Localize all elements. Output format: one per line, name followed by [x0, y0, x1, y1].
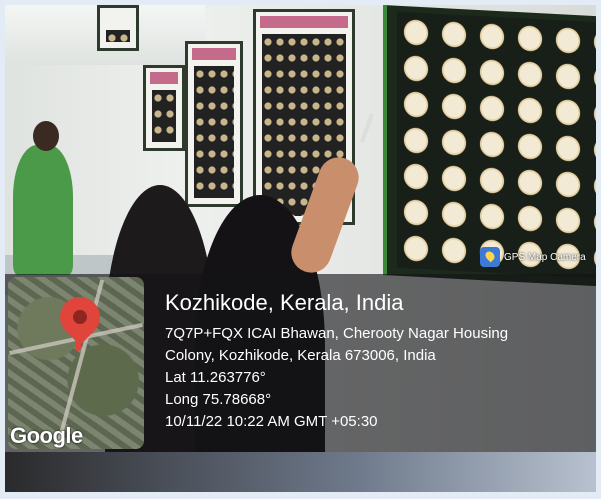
- gps-camera-icon: [480, 247, 500, 267]
- shell-display-board: [383, 5, 596, 287]
- shell-grid: [397, 11, 596, 279]
- google-logo: Google: [10, 423, 83, 448]
- latitude-text: Lat 11.263776°: [165, 369, 266, 386]
- address-line-1: 7Q7P+FQX ICAI Bhawan, Cherooty Nagar Hou…: [165, 325, 509, 342]
- longitude-text: Long 75.78668°: [165, 391, 272, 408]
- gps-text-block: Kozhikode, Kerala, India 7Q7P+FQX ICAI B…: [165, 289, 508, 433]
- datetime-text: 10/11/22 10:22 AM GMT +05:30: [165, 413, 378, 430]
- person-green-shirt: [13, 145, 73, 275]
- address-line-2: Colony, Kozhikode, Kerala 673006, India: [165, 347, 436, 364]
- map-pin-tail: [75, 335, 81, 351]
- person-head: [33, 121, 59, 151]
- photo-bottom-strip: [5, 452, 596, 492]
- poster-board: [143, 65, 185, 151]
- gps-camera-badge: GPS Map Camera: [480, 246, 586, 268]
- poster-board: [97, 5, 139, 51]
- poster-board: [185, 41, 243, 207]
- map-thumbnail[interactable]: Google: [8, 277, 144, 449]
- gps-camera-label: GPS Map Camera: [504, 251, 586, 263]
- location-title: Kozhikode, Kerala, India: [165, 290, 404, 315]
